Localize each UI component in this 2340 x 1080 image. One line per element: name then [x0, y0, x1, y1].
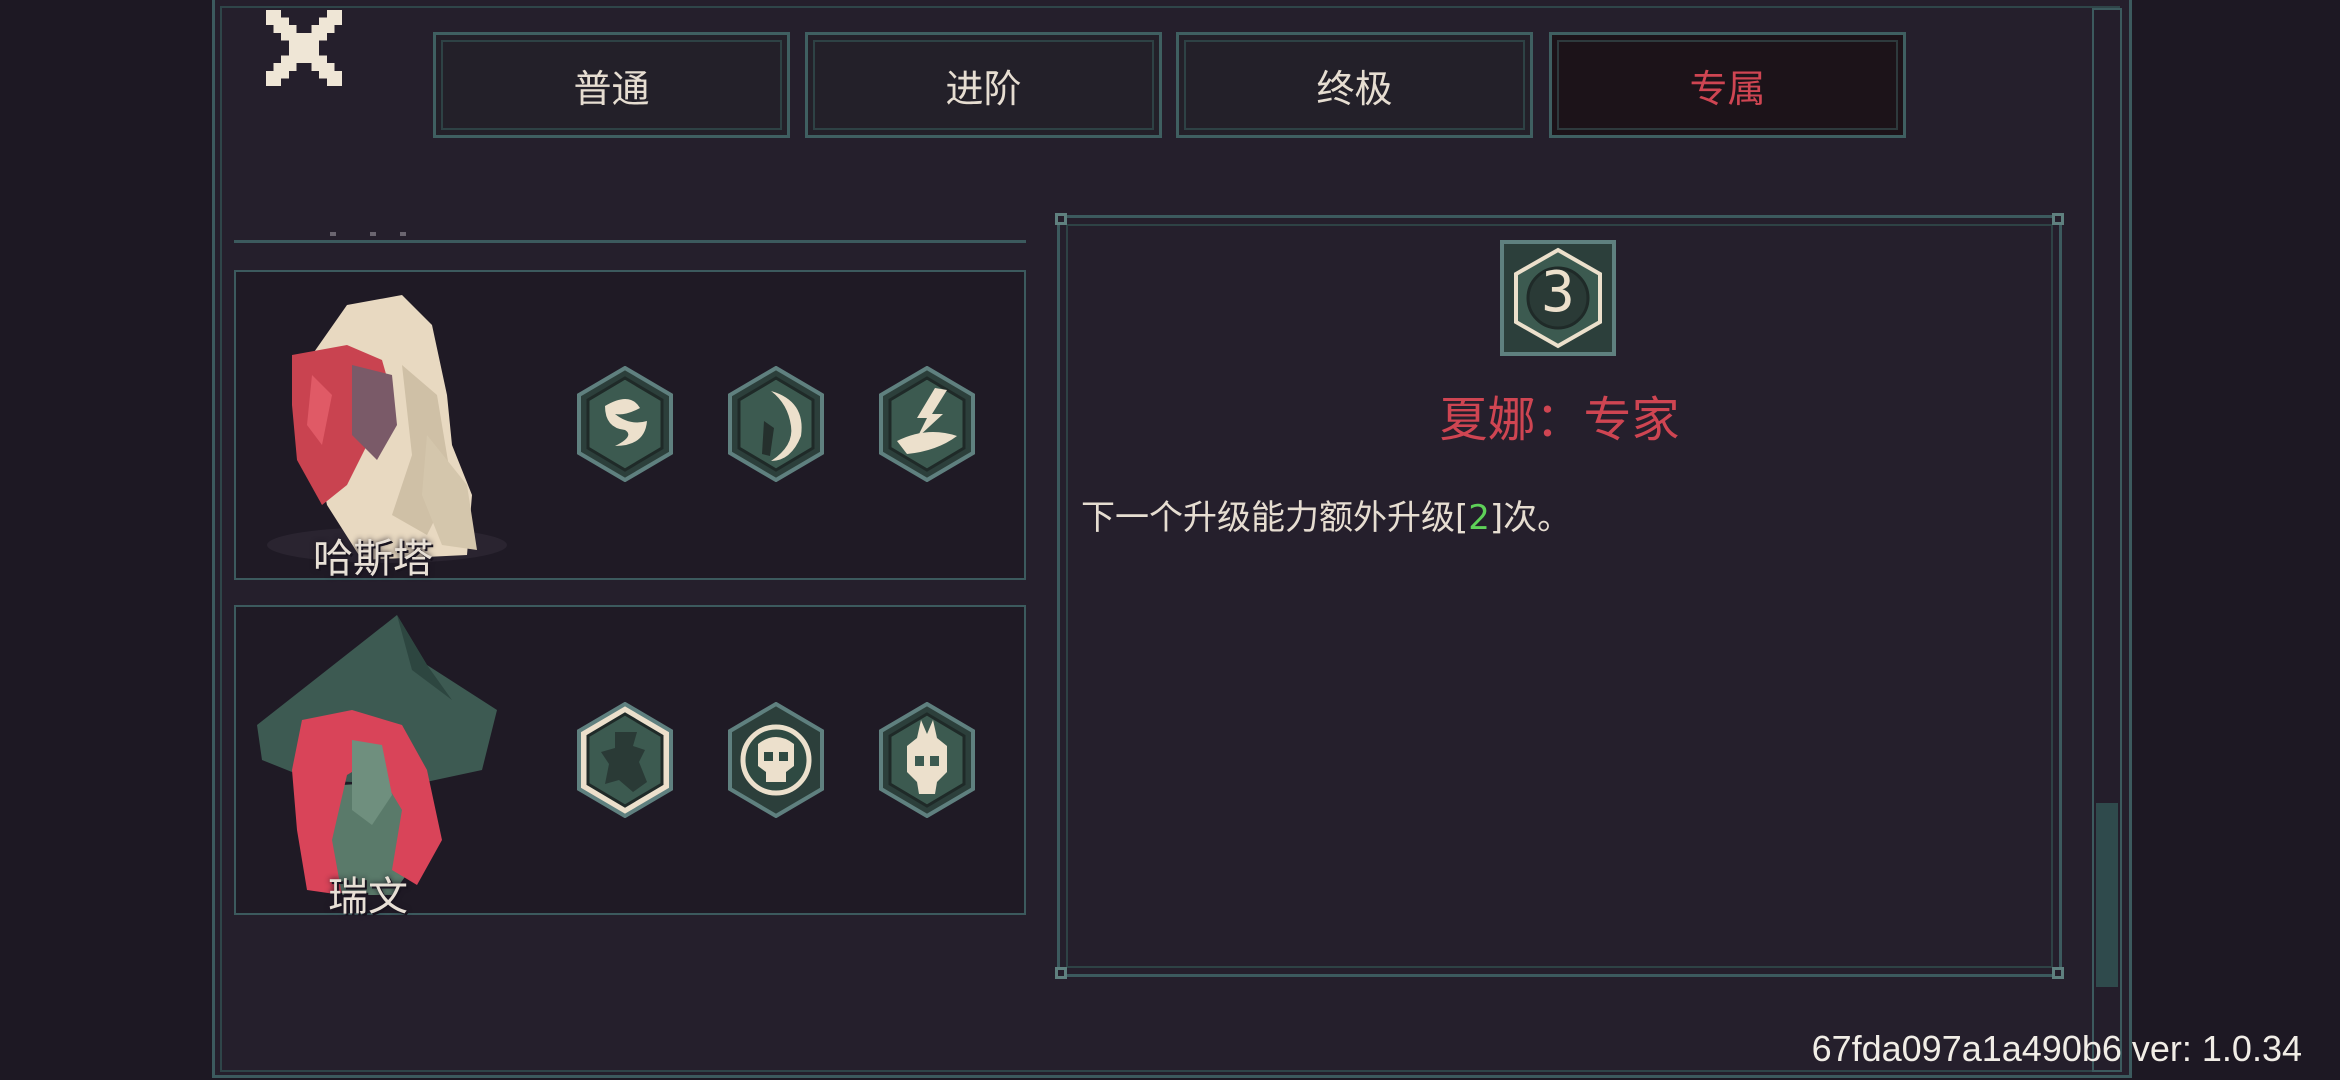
list-divider	[234, 240, 1026, 243]
tab-normal[interactable]: 普通	[433, 32, 790, 138]
ability-title: 夏娜：专家	[1439, 392, 1680, 448]
tab-label: 进阶	[945, 66, 1022, 111]
corner-ornament	[2052, 213, 2064, 225]
close-icon	[266, 10, 342, 86]
lightning-wind-icon[interactable]	[877, 366, 977, 482]
goblin-icon[interactable]	[575, 702, 675, 818]
desc-text: 下一个升级能力额外升级[	[1081, 498, 1469, 538]
scrollbar-thumb[interactable]	[2096, 803, 2118, 987]
character-name: 瑞文	[328, 874, 408, 920]
scrolled-text-remnant	[330, 232, 406, 236]
horned-skull-icon[interactable]	[877, 702, 977, 818]
swirl-icon[interactable]	[575, 366, 675, 482]
corner-ornament	[1055, 967, 1067, 979]
version-label: 67fda097a1a490b6 ver: 1.0.34	[1811, 1028, 2302, 1069]
crescent-icon[interactable]	[726, 366, 826, 482]
corner-ornament	[2052, 967, 2064, 979]
tab-exclusive[interactable]: 专属	[1549, 32, 1906, 138]
close-button[interactable]	[266, 10, 342, 86]
desc-number: 2	[1468, 498, 1490, 538]
badge-number: 3	[1541, 260, 1575, 325]
ability-description: 下一个升级能力额外升级[2]次。	[1081, 490, 1571, 539]
tab-advanced[interactable]: 进阶	[805, 32, 1162, 138]
tab-label: 终极	[1316, 66, 1393, 111]
corner-ornament	[1055, 213, 1067, 225]
character-name: 哈斯塔	[313, 536, 433, 582]
tab-label: 普通	[573, 66, 650, 111]
level-badge: 3	[1500, 240, 1616, 356]
skull-icon[interactable]	[726, 702, 826, 818]
tab-label: 专属	[1689, 66, 1766, 111]
desc-text: ]次。	[1489, 498, 1572, 538]
tab-ultimate[interactable]: 终极	[1176, 32, 1533, 138]
